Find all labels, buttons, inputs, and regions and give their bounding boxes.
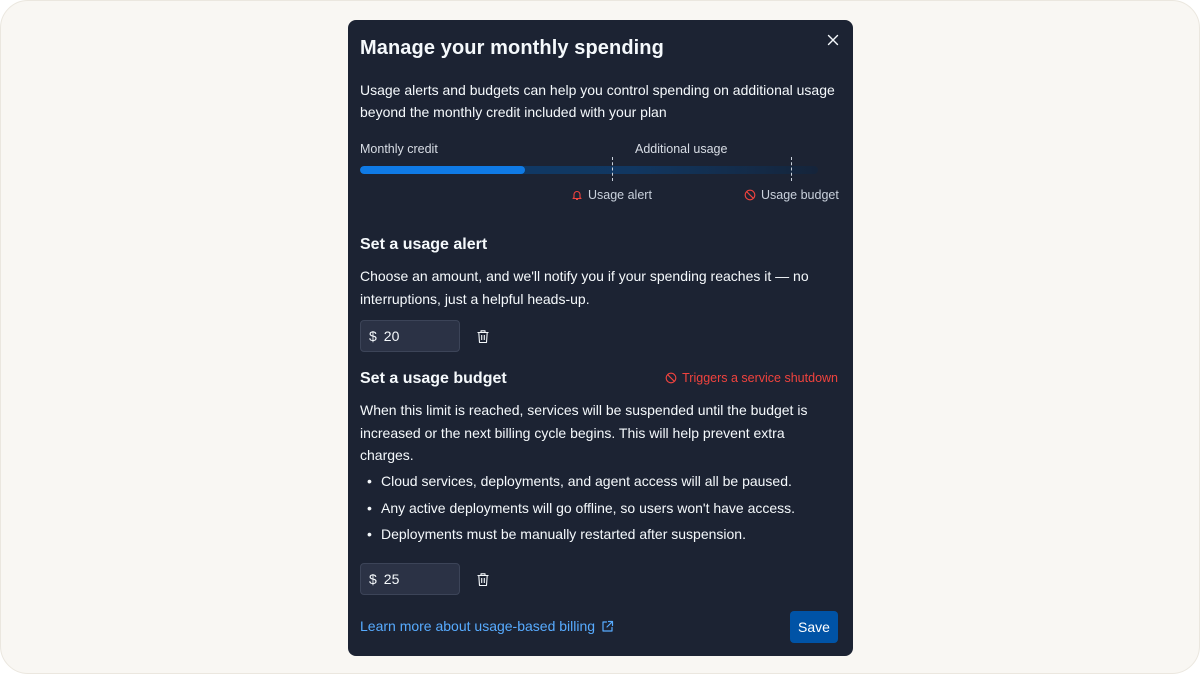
learn-more-label: Learn more about usage-based billing (360, 618, 596, 634)
usage-alert-description: Choose an amount, and we'll notify you i… (360, 268, 809, 307)
usage-budget-heading: Set a usage budget (360, 370, 507, 387)
usage-budget-legend: Usage budget (744, 188, 839, 202)
additional-usage-label: Additional usage (635, 142, 728, 156)
service-shutdown-warning: Triggers a service shutdown (665, 371, 838, 385)
prohibit-icon (665, 372, 677, 384)
trash-icon (477, 329, 489, 343)
usage-alert-amount-field[interactable]: $ (360, 320, 460, 352)
usage-alert-amount-input[interactable] (383, 328, 444, 344)
usage-budget-amount-input[interactable] (383, 571, 444, 587)
prohibit-icon (744, 189, 756, 201)
delete-budget-button[interactable] (474, 570, 492, 588)
list-item: • Cloud services, deployments, and agent … (367, 473, 792, 489)
credit-progress-fill (360, 166, 525, 174)
list-item-text: Deployments must be manually restarted a… (381, 526, 746, 542)
usage-alert-legend: Usage alert (571, 188, 652, 202)
list-item-text: Any active deployments will go offline, … (381, 499, 796, 516)
modal-description: Usage alerts and budgets can help you co… (360, 82, 835, 120)
page-background: Manage your monthly spending Usage alert… (0, 0, 1200, 674)
spending-modal: Manage your monthly spending Usage alert… (348, 20, 853, 656)
monthly-credit-label: Monthly credit (360, 142, 438, 156)
usage-budget-legend-label: Usage budget (761, 188, 839, 202)
close-icon (827, 34, 839, 46)
currency-symbol: $ (369, 328, 377, 344)
suspension-consequences-list: • Cloud services, deployments, and agent … (360, 473, 795, 553)
delete-alert-button[interactable] (474, 327, 492, 345)
usage-alert-heading: Set a usage alert (360, 236, 488, 253)
learn-more-link[interactable]: Learn more about usage-based billing (360, 618, 614, 634)
service-shutdown-warning-label: Triggers a service shutdown (682, 371, 838, 385)
usage-budget-description: When this limit is reached, services wil… (360, 402, 808, 463)
list-item: • Deployments must be manually restarted … (367, 526, 746, 542)
list-item: • Any active deployments will go offline,… (367, 499, 796, 516)
modal-title: Manage your monthly spending (360, 37, 664, 59)
usage-alert-marker (612, 157, 613, 181)
list-item-text: Cloud services, deployments, and agent a… (381, 473, 792, 489)
bell-icon (572, 191, 582, 201)
close-button[interactable] (823, 30, 843, 50)
currency-symbol: $ (369, 571, 377, 587)
usage-alert-legend-label: Usage alert (588, 188, 652, 202)
external-link-icon (602, 620, 614, 632)
usage-budget-marker (791, 157, 792, 181)
usage-budget-amount-field[interactable]: $ (360, 563, 460, 595)
trash-icon (477, 572, 489, 586)
save-button[interactable]: Save (790, 611, 838, 643)
usage-progress-bar (360, 166, 818, 174)
